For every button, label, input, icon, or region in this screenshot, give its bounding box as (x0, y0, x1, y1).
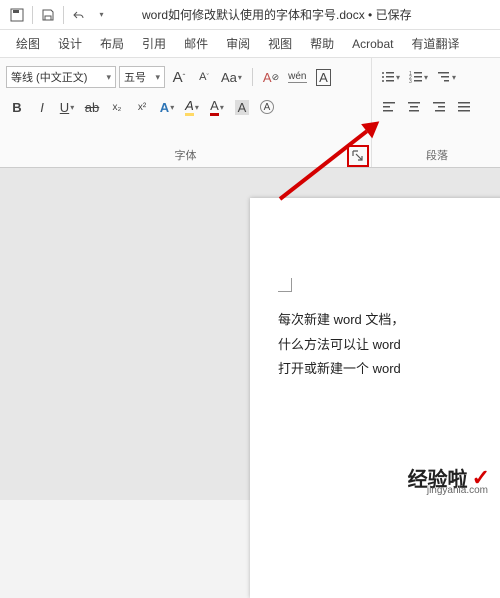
tab-layout[interactable]: 布局 (92, 31, 132, 56)
char-border-button[interactable]: A (313, 66, 335, 88)
text-effects-button[interactable]: A▾ (156, 96, 178, 118)
save-icon[interactable] (37, 4, 59, 26)
paragraph-group-label: 段落 (378, 143, 496, 165)
enclosed-char-button[interactable]: A (256, 96, 278, 118)
align-justify-button[interactable] (453, 96, 475, 118)
shrink-font-button[interactable]: Aˇ (193, 66, 215, 88)
char-shading-button[interactable]: A (231, 96, 253, 118)
tab-view[interactable]: 视图 (260, 31, 300, 56)
tab-review[interactable]: 审阅 (218, 31, 258, 56)
tab-design[interactable]: 设计 (50, 31, 90, 56)
font-size-combo[interactable]: 五号▾ (119, 66, 165, 88)
cursor-indicator (278, 278, 292, 292)
phonetic-guide-button[interactable]: wén (285, 66, 309, 88)
para-row-1: ▾ 123▾ ▾ (378, 64, 496, 90)
undo-icon[interactable] (68, 4, 90, 26)
title-bar: ▾ word如何修改默认使用的字体和字号.docx • 已保存 (0, 0, 500, 30)
font-row-1: 等线 (中文正文)▾ 五号▾ Aˆ Aˇ Aa▾ A⊘ wén A (6, 64, 365, 90)
numbering-button[interactable]: 123▾ (406, 66, 431, 88)
document-workspace[interactable]: 每次新建 word 文档， 什么方法可以让 word 打开或新建一个 word (0, 168, 500, 500)
superscript-button[interactable]: x² (131, 96, 153, 118)
tab-help[interactable]: 帮助 (302, 31, 342, 56)
multilevel-list-button[interactable]: ▾ (434, 66, 459, 88)
grow-font-button[interactable]: Aˆ (168, 66, 190, 88)
qat-divider (32, 6, 33, 24)
ribbon-tabs: 绘图 设计 布局 引用 邮件 审阅 视图 帮助 Acrobat 有道翻译 (0, 30, 500, 58)
highlight-button[interactable]: A▾ (181, 96, 203, 118)
strikethrough-button[interactable]: ab (81, 96, 103, 118)
group-font: 等线 (中文正文)▾ 五号▾ Aˆ Aˇ Aa▾ A⊘ wén A B I U▾… (0, 58, 372, 167)
bold-button[interactable]: B (6, 96, 28, 118)
change-case-button[interactable]: Aa▾ (218, 66, 245, 88)
align-left-button[interactable] (378, 96, 400, 118)
filename: word如何修改默认使用的字体和字号.docx (142, 8, 365, 22)
text-line: 什么方法可以让 word (278, 333, 500, 358)
qat-divider-2 (63, 6, 64, 24)
para-row-2 (378, 94, 496, 120)
document-page[interactable]: 每次新建 word 文档， 什么方法可以让 word 打开或新建一个 word (250, 198, 500, 598)
tab-mailings[interactable]: 邮件 (176, 31, 216, 56)
group-paragraph: ▾ 123▾ ▾ 段落 (372, 58, 500, 167)
svg-text:3: 3 (409, 79, 412, 84)
align-center-button[interactable] (403, 96, 425, 118)
document-title: word如何修改默认使用的字体和字号.docx • 已保存 (142, 6, 412, 23)
watermark: 经验啦 ✓ jingyanla.com (408, 463, 490, 492)
bullets-button[interactable]: ▾ (378, 66, 403, 88)
body-text: 每次新建 word 文档， 什么方法可以让 word 打开或新建一个 word (278, 308, 500, 382)
autosave-icon[interactable] (6, 4, 28, 26)
italic-button[interactable]: I (31, 96, 53, 118)
underline-button[interactable]: U▾ (56, 96, 78, 118)
watermark-sub: jingyanla.com (427, 485, 488, 496)
tab-draw[interactable]: 绘图 (8, 31, 48, 56)
save-status: 已保存 (376, 8, 412, 22)
text-line: 每次新建 word 文档， (278, 308, 500, 333)
subscript-button[interactable]: x₂ (106, 96, 128, 118)
tab-acrobat[interactable]: Acrobat (344, 33, 401, 55)
font-name-combo[interactable]: 等线 (中文正文)▾ (6, 66, 116, 88)
qat-dropdown-icon[interactable]: ▾ (90, 4, 112, 26)
font-color-button[interactable]: A▾ (206, 96, 228, 118)
tab-references[interactable]: 引用 (134, 31, 174, 56)
clear-format-button[interactable]: A⊘ (260, 66, 282, 88)
ribbon: 等线 (中文正文)▾ 五号▾ Aˆ Aˇ Aa▾ A⊘ wén A B I U▾… (0, 58, 500, 168)
text-line: 打开或新建一个 word (278, 357, 500, 382)
font-row-2: B I U▾ ab x₂ x² A▾ A▾ A▾ A A (6, 94, 365, 120)
tab-youdao[interactable]: 有道翻译 (403, 31, 467, 56)
align-right-button[interactable] (428, 96, 450, 118)
